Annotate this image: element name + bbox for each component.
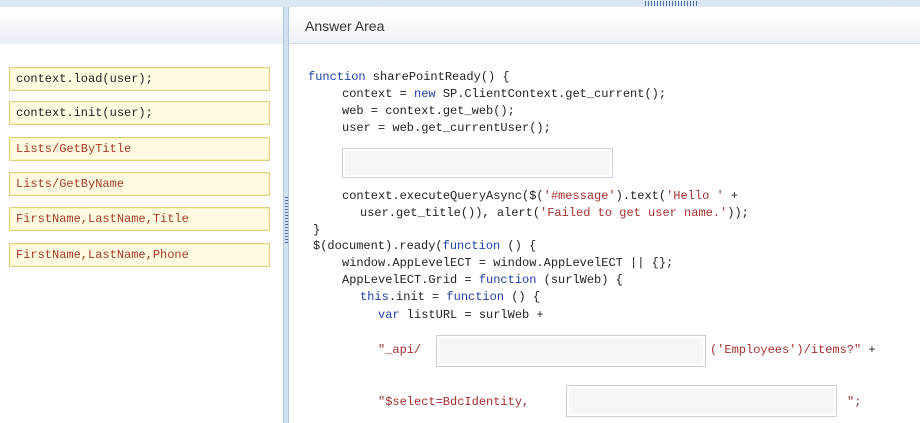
- option-fields-title[interactable]: FirstName,LastName,Title: [9, 207, 270, 231]
- splitter-grip-icon[interactable]: [285, 195, 288, 243]
- code-line: "_api/: [378, 343, 422, 357]
- code-line: user.get_title()), alert('Failed to get …: [360, 206, 749, 220]
- resize-grip-icon[interactable]: [645, 1, 697, 6]
- code-line: "$select=BdcIdentity,: [378, 395, 530, 409]
- code-line: window.AppLevelECT = window.AppLevelECT …: [342, 256, 674, 270]
- code-line: web = context.get_web();: [342, 104, 515, 118]
- code-line: $(document).ready(function () {: [313, 239, 537, 253]
- answer-area-title: Answer Area: [305, 18, 385, 34]
- options-panel: context.load(user); context.init(user); …: [0, 44, 283, 423]
- option-fields-phone[interactable]: FirstName,LastName,Phone: [9, 243, 270, 267]
- option-context-load[interactable]: context.load(user);: [9, 67, 270, 91]
- code-line: function sharePointReady() {: [308, 70, 510, 84]
- drop-target-3[interactable]: [566, 385, 837, 417]
- code-line: context = new SP.ClientContext.get_curre…: [342, 87, 667, 101]
- answer-area-header: Answer Area: [289, 7, 920, 44]
- options-header: [0, 7, 283, 44]
- top-bar: [0, 0, 920, 7]
- code-line: ";: [847, 395, 862, 409]
- code-line: }: [313, 223, 321, 237]
- code-line: this.init = function () {: [360, 290, 541, 304]
- code-line: user = web.get_currentUser();: [342, 121, 551, 135]
- code-line: ('Employees')/items?" +: [710, 343, 876, 357]
- option-lists-getbyname[interactable]: Lists/GetByName: [9, 172, 270, 196]
- code-line: AppLevelECT.Grid = function (surlWeb) {: [342, 273, 623, 287]
- code-line: var listURL = surlWeb +: [378, 308, 544, 322]
- code-line: context.executeQueryAsync($('#message').…: [342, 189, 739, 203]
- drop-target-2[interactable]: [436, 335, 706, 367]
- option-context-init[interactable]: context.init(user);: [9, 101, 270, 125]
- option-lists-getbytitle[interactable]: Lists/GetByTitle: [9, 137, 270, 161]
- drop-target-1[interactable]: [342, 148, 613, 178]
